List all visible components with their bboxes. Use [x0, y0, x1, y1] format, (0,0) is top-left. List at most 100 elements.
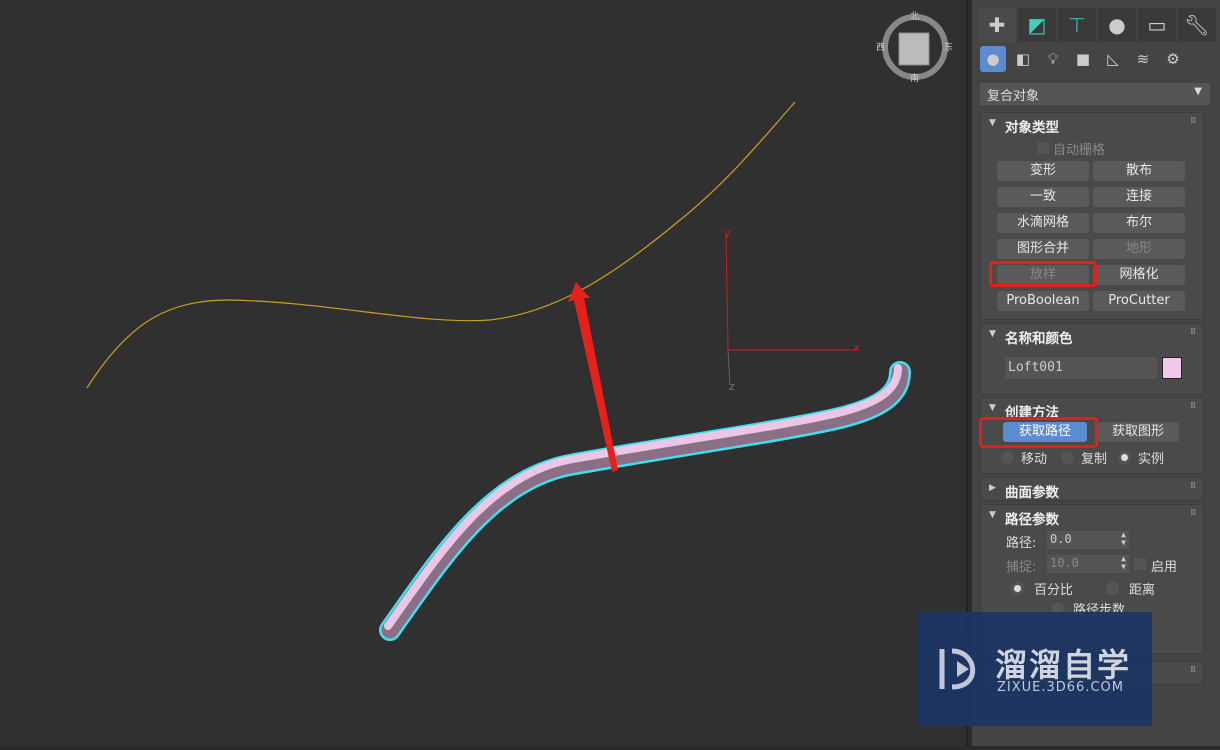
rollout-title: 路径参数 [1005, 512, 1059, 528]
highlight-box [989, 261, 1097, 287]
collapse-icon: ▼ [989, 403, 996, 413]
blobmesh-button[interactable]: 水滴网格 [997, 213, 1089, 233]
grip-icon: ⁞⁞ [1190, 481, 1196, 491]
loft-selection-outline [379, 361, 911, 641]
hierarchy-tab[interactable]: ⊤ [1058, 8, 1096, 42]
rollout-title: 对象类型 [1005, 120, 1059, 136]
collapse-icon: ▼ [989, 118, 996, 128]
path-label: 路径: [1006, 536, 1037, 551]
grip-icon: ⁞⁞ [1190, 327, 1196, 337]
rollout-header[interactable]: ▼ 对象类型 ⁞⁞ [981, 113, 1203, 136]
name-color-rollout: ▼ 名称和颜色 ⁞⁞ Loft001 [980, 323, 1204, 395]
viewcube-west[interactable]: 西 [876, 42, 885, 53]
snap-value: 10.0 [1050, 556, 1079, 570]
utilities-icon: 🔧︎ [1184, 13, 1210, 37]
category-dropdown[interactable]: 复合对象 ▼ [980, 83, 1210, 105]
rollout-title: 名称和颜色 [1005, 331, 1073, 347]
systems-icon: ⚙ [1166, 50, 1180, 68]
viewport-scene: x y z 北 东 南 西 [86, 11, 953, 641]
lights-button[interactable]: 💡︎ [1040, 46, 1066, 72]
rollout-header[interactable]: ▼ 路径参数 ⁞⁞ [981, 505, 1203, 528]
move-radio[interactable] [1001, 451, 1014, 464]
copy-radio[interactable] [1061, 451, 1074, 464]
helpers-button[interactable]: ◺ [1100, 46, 1126, 72]
instance-label: 实例 [1138, 452, 1165, 467]
spinner-arrows-icon[interactable]: ▲ ▼ [1121, 555, 1126, 571]
percent-radio[interactable] [1011, 582, 1024, 595]
rollout-header[interactable]: ▼ 名称和颜色 ⁞⁞ [981, 324, 1203, 347]
motion-icon: ● [1108, 13, 1126, 37]
path-curve[interactable] [86, 101, 796, 389]
plus-icon: ✚ [988, 13, 1006, 37]
path-spinner[interactable]: 0.0 ▲ ▼ [1047, 531, 1129, 549]
conform-button[interactable]: 一致 [997, 187, 1089, 207]
viewcube-north[interactable]: 北 [910, 11, 919, 22]
boolean-button[interactable]: 布尔 [1093, 213, 1185, 233]
shapes-icon: ◧ [1015, 50, 1031, 68]
display-tab[interactable]: ▭ [1138, 8, 1176, 42]
helpers-icon: ◺ [1107, 50, 1119, 68]
shapes-button[interactable]: ◧ [1010, 46, 1036, 72]
snap-spinner[interactable]: 10.0 ▲ ▼ [1047, 555, 1129, 573]
cameras-icon: ■ [1075, 50, 1091, 68]
modify-icon: ◩ [1027, 13, 1047, 37]
enable-checkbox[interactable] [1134, 558, 1146, 570]
copy-label: 复制 [1081, 452, 1108, 467]
viewcube-east[interactable]: 东 [944, 41, 953, 53]
proboolean-button[interactable]: ProBoolean [997, 291, 1089, 311]
motion-tab[interactable]: ● [1098, 8, 1136, 42]
distance-radio[interactable] [1106, 582, 1119, 595]
chevron-down-icon: ▼ [1194, 86, 1202, 97]
enable-label: 启用 [1151, 560, 1178, 575]
scatter-button[interactable]: 散布 [1093, 161, 1185, 181]
grip-icon: ⁞⁞ [1190, 508, 1196, 518]
autogrid-label: 自动栅格 [1053, 143, 1106, 158]
watermark: 溜溜自学 ZIXUE.3D66.COM [917, 612, 1152, 726]
instance-radio[interactable] [1118, 451, 1131, 464]
x-axis-label: x [853, 341, 860, 354]
rollout-header[interactable]: ▶ 曲面参数 ⁞⁞ [981, 478, 1203, 501]
arrow-annotation [568, 282, 618, 472]
modify-tab[interactable]: ◩ [1018, 8, 1056, 42]
category-value: 复合对象 [987, 89, 1040, 104]
get-shape-button[interactable]: 获取图形 [1097, 422, 1179, 442]
shapemerge-button[interactable]: 图形合并 [997, 239, 1089, 259]
mesher-button[interactable]: 网格化 [1093, 265, 1185, 285]
loft-object-highlight [384, 364, 902, 630]
viewcube-south[interactable]: 南 [910, 72, 919, 84]
highlight-box [979, 417, 1098, 448]
surface-params-rollout: ▶ 曲面参数 ⁞⁞ [980, 477, 1204, 501]
collapse-icon: ▼ [989, 329, 996, 339]
object-name-input[interactable]: Loft001 [1005, 357, 1157, 379]
create-tab[interactable]: ✚ [978, 8, 1016, 42]
procutter-button[interactable]: ProCutter [1093, 291, 1185, 311]
cameras-button[interactable]: ■ [1070, 46, 1096, 72]
object-color-swatch[interactable] [1162, 357, 1182, 379]
object-type-rollout: ▼ 对象类型 ⁞⁞ 自动栅格 变形 散布 一致 连接 水滴网格 布尔 图形合并 地形 放样 网格化 Pr… [980, 112, 1204, 320]
geometry-button[interactable]: ● [980, 46, 1006, 72]
y-axis [725, 231, 729, 351]
grip-icon: ⁞⁞ [1190, 116, 1196, 126]
expand-icon: ▶ [989, 483, 996, 493]
perspective-viewport[interactable]: x y z 北 东 南 西 [0, 0, 968, 746]
systems-button[interactable]: ⚙ [1160, 46, 1186, 72]
display-icon: ▭ [1147, 13, 1167, 37]
rollout-title: 曲面参数 [1005, 485, 1059, 501]
spacewarps-icon: ≋ [1136, 50, 1150, 68]
autogrid-checkbox[interactable] [1037, 142, 1049, 154]
morph-button[interactable]: 变形 [997, 161, 1089, 181]
snap-label: 捕捉: [1006, 560, 1037, 575]
spacewarps-button[interactable]: ≋ [1130, 46, 1156, 72]
terrain-button[interactable]: 地形 [1093, 239, 1185, 259]
spinner-arrows-icon[interactable]: ▲ ▼ [1121, 531, 1126, 547]
utilities-tab[interactable]: 🔧︎ [1178, 8, 1216, 42]
grip-icon: ⁞⁞ [1190, 401, 1196, 411]
geometry-icon: ● [986, 50, 1000, 68]
grip-icon: ⁞⁞ [1190, 665, 1196, 675]
watermark-logo-icon [939, 648, 976, 690]
z-axis-label: z [729, 380, 735, 393]
connect-button[interactable]: 连接 [1093, 187, 1185, 207]
percent-label: 百分比 [1034, 583, 1074, 598]
distance-label: 距离 [1129, 583, 1156, 598]
viewcube[interactable]: 北 东 南 西 [876, 11, 953, 84]
